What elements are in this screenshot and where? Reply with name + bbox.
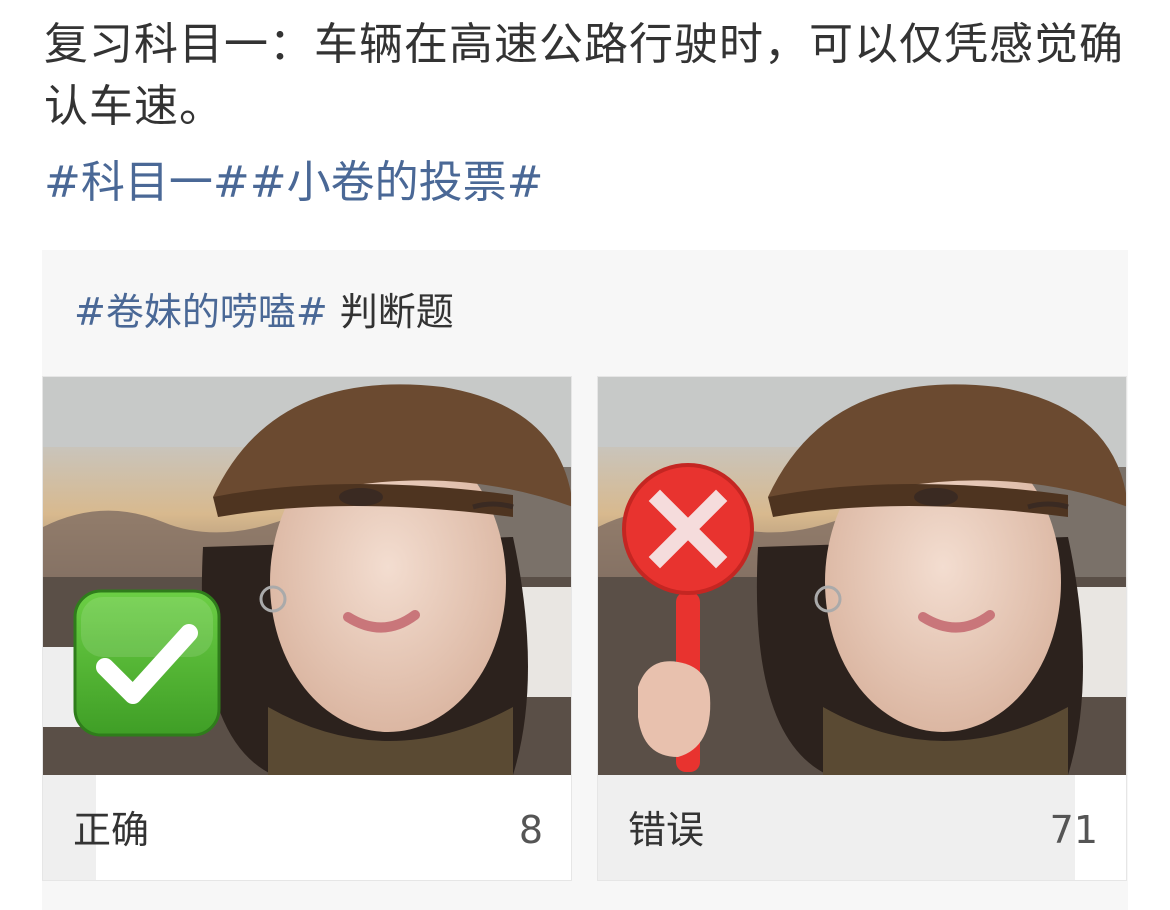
poll-card: #卷妹的唠嗑# 判断题 正确 8 错误 71 (42, 250, 1128, 910)
topic-link-xiaojuan-vote[interactable]: #小卷的投票# (250, 157, 544, 208)
poll-option-wrong[interactable]: 错误 71 (597, 376, 1127, 881)
option-label: 正确 (73, 808, 150, 852)
post-topics: #科目一##小卷的投票# (44, 152, 543, 214)
poll-question-type: 判断题 (339, 290, 454, 334)
poll-option-correct[interactable]: 正确 8 (42, 376, 572, 881)
option-photo (598, 377, 1126, 775)
option-label: 错误 (628, 808, 705, 852)
option-result-bar: 正确 8 (43, 775, 571, 880)
check-mark-icon (73, 589, 221, 737)
option-photo (43, 377, 571, 775)
option-result-bar: 错误 71 (598, 775, 1126, 880)
post-text: 复习科目一：车辆在高速公路行驶时，可以仅凭感觉确认车速。 (44, 19, 1124, 132)
option-vote-count: 8 (518, 808, 543, 852)
poll-topic-link[interactable]: #卷妹的唠嗑# (74, 290, 328, 334)
poll-header: #卷妹的唠嗑# 判断题 (74, 284, 454, 340)
x-sign-paddle-icon (622, 463, 754, 772)
option-vote-count: 71 (1049, 808, 1098, 852)
topic-link-kemu-yi[interactable]: #科目一# (44, 157, 250, 208)
